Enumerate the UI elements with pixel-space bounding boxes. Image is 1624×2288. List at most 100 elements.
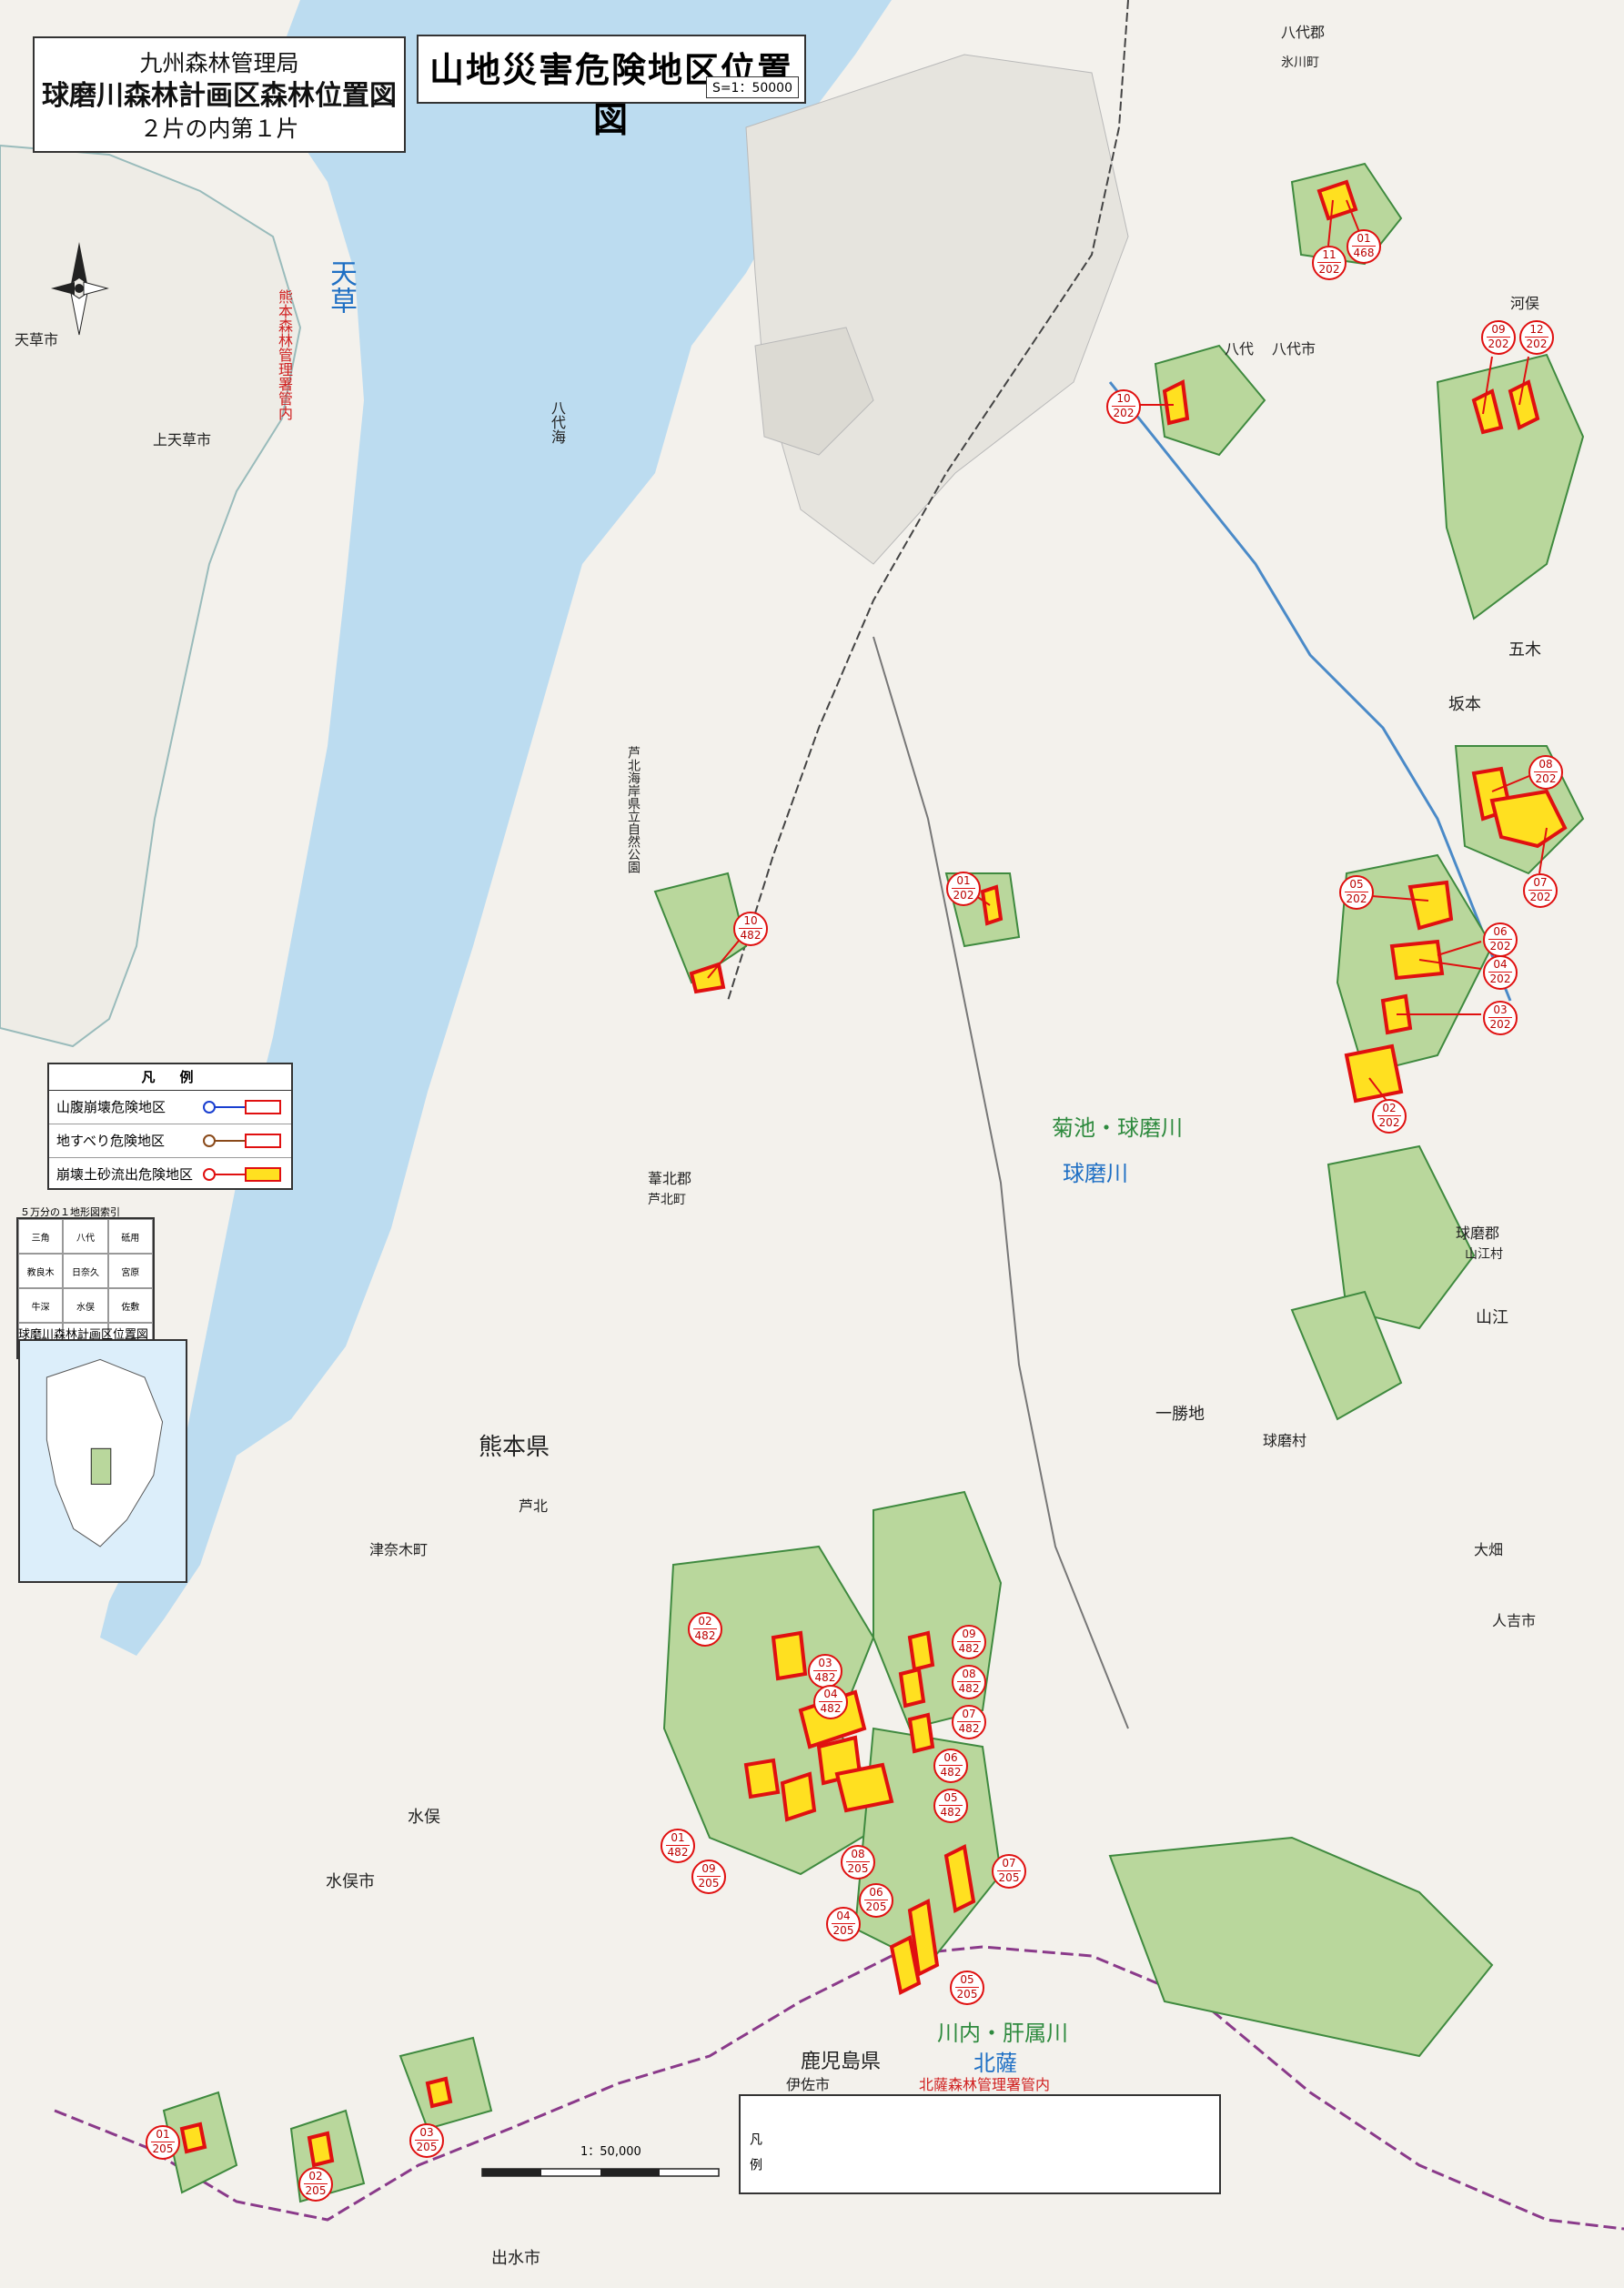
place-label: 北薩森林管理署管内 — [919, 2076, 1051, 2093]
place-label: 伊佐市 — [786, 2076, 831, 2093]
place-label: 五木 — [1508, 640, 1541, 660]
place-label: 熊本森林管理署管内 — [276, 289, 293, 420]
area-marker-number: 10 — [739, 914, 762, 929]
area-marker-number: 01 — [666, 1831, 690, 1846]
area-marker-code: 202 — [1318, 263, 1340, 276]
area-marker[interactable]: 07 482 — [952, 1705, 986, 1739]
area-marker[interactable]: 05 202 — [1339, 875, 1374, 910]
area-marker-number: 02 — [693, 1615, 717, 1629]
area-marker-number: 06 — [1488, 925, 1512, 940]
area-marker-number: 03 — [1488, 1003, 1512, 1018]
area-marker[interactable]: 01 468 — [1347, 229, 1381, 264]
area-marker-code: 482 — [958, 1642, 980, 1655]
area-marker-number: 07 — [997, 1857, 1021, 1871]
area-marker[interactable]: 02 205 — [298, 2167, 333, 2202]
area-marker-code: 205 — [847, 1862, 869, 1875]
area-marker-number: 04 — [832, 1910, 855, 1924]
area-marker[interactable]: 06 205 — [859, 1883, 893, 1918]
area-marker[interactable]: 02 482 — [688, 1612, 722, 1647]
area-marker[interactable]: 08 482 — [952, 1665, 986, 1699]
area-marker-number: 04 — [1488, 958, 1512, 973]
place-label: 球磨村 — [1263, 1432, 1307, 1449]
area-marker-number: 01 — [151, 2128, 175, 2142]
area-marker[interactable]: 09 202 — [1481, 320, 1516, 355]
area-marker[interactable]: 07 205 — [992, 1854, 1026, 1889]
area-marker[interactable]: 12 202 — [1519, 320, 1554, 355]
area-marker-code: 205 — [152, 2142, 174, 2155]
place-label: 山江村 — [1465, 1247, 1503, 1262]
legend-symbol-brown — [203, 1134, 281, 1148]
area-marker-number: 07 — [957, 1708, 981, 1722]
area-marker[interactable]: 03 202 — [1483, 1001, 1518, 1035]
area-marker-number: 08 — [846, 1848, 870, 1862]
area-marker[interactable]: 01 202 — [946, 872, 981, 906]
area-marker-number: 02 — [1377, 1102, 1401, 1116]
area-marker-number: 08 — [1534, 758, 1558, 772]
place-label: 出水市 — [491, 2249, 540, 2268]
area-marker-number: 06 — [939, 1751, 963, 1766]
area-marker[interactable]: 01 205 — [146, 2125, 180, 2160]
area-marker-code: 482 — [814, 1671, 836, 1684]
area-marker-code: 202 — [1378, 1116, 1400, 1129]
place-label: 河俣 — [1510, 295, 1540, 312]
area-marker-code: 202 — [1489, 1018, 1511, 1031]
area-marker[interactable]: 07 202 — [1523, 873, 1558, 908]
index-cell: 日奈久 — [63, 1254, 108, 1288]
place-label: 八代市 — [1272, 340, 1316, 358]
title-line-3: ２片の内第１片 — [139, 116, 299, 142]
index-cell: 水俣 — [63, 1288, 108, 1323]
area-marker[interactable]: 05 205 — [950, 1971, 984, 2005]
area-marker-code: 482 — [740, 929, 762, 942]
title-line-2: 球磨川森林計画区森林位置図 — [42, 80, 397, 112]
area-marker[interactable]: 02 202 — [1372, 1099, 1407, 1134]
legend-row-landslide: 地すべり危険地区 — [49, 1124, 291, 1158]
area-marker-number: 10 — [1112, 392, 1135, 407]
area-marker-number: 09 — [1487, 323, 1510, 338]
area-marker[interactable]: 10 202 — [1106, 389, 1141, 424]
area-marker-code: 482 — [694, 1629, 716, 1642]
place-label: 芦北 — [519, 1497, 549, 1515]
legend-symbol-blue — [203, 1100, 281, 1114]
area-marker-number: 05 — [939, 1791, 963, 1806]
area-marker[interactable]: 04 202 — [1483, 955, 1518, 990]
area-marker[interactable]: 04 205 — [826, 1907, 861, 1941]
main-title-box: 山地災害危険地区位置図 S=1：50000 — [417, 35, 806, 140]
area-marker[interactable]: 03 205 — [409, 2123, 444, 2158]
area-marker[interactable]: 10 482 — [733, 912, 768, 946]
area-marker-number: 11 — [1317, 248, 1341, 263]
area-marker[interactable]: 08 205 — [841, 1845, 875, 1880]
place-label: 芦北町 — [648, 1193, 686, 1207]
area-marker-number: 08 — [957, 1668, 981, 1682]
legend-box: 凡 例 山腹崩壊危険地区 地すべり危険地区 崩壊土砂流出危険地区 — [47, 1063, 293, 1190]
legend-symbol-red — [203, 1167, 281, 1182]
area-marker-number: 01 — [1352, 232, 1376, 247]
place-label: 人吉市 — [1492, 1612, 1537, 1629]
overview-title: 球磨川森林計画区位置図 — [18, 1328, 149, 1342]
area-marker-code: 205 — [305, 2184, 327, 2197]
index-sheet-title: ５万分の１地形図索引 — [20, 1206, 120, 1218]
area-marker[interactable]: 03 482 — [808, 1654, 842, 1688]
place-label: 球磨川 — [1063, 1161, 1128, 1186]
area-marker-number: 06 — [864, 1886, 888, 1900]
index-cell: 牛深 — [18, 1288, 64, 1323]
area-marker[interactable]: 11 202 — [1312, 246, 1347, 280]
area-marker[interactable]: 06 202 — [1483, 922, 1518, 957]
place-label: 川内・肝属川 — [937, 2021, 1068, 2046]
area-marker[interactable]: 09 205 — [691, 1860, 726, 1894]
place-label: 坂本 — [1448, 695, 1481, 714]
area-marker-number: 02 — [304, 2170, 328, 2184]
area-marker[interactable]: 01 482 — [661, 1829, 695, 1863]
area-marker-code: 202 — [1489, 973, 1511, 985]
index-cell: 佐敷 — [107, 1288, 153, 1323]
area-marker-code: 468 — [1353, 247, 1375, 259]
area-marker[interactable]: 09 482 — [952, 1625, 986, 1659]
index-cell: 三角 — [18, 1219, 64, 1254]
area-marker[interactable]: 05 482 — [933, 1789, 968, 1823]
area-marker[interactable]: 06 482 — [933, 1749, 968, 1783]
area-marker[interactable]: 08 202 — [1528, 755, 1563, 790]
area-marker[interactable]: 04 482 — [813, 1685, 848, 1719]
area-marker-code: 482 — [667, 1846, 689, 1859]
area-marker-number: 03 — [813, 1657, 837, 1671]
legend-label: 地すべり危険地区 — [56, 1133, 165, 1149]
area-marker-code: 205 — [998, 1871, 1020, 1884]
